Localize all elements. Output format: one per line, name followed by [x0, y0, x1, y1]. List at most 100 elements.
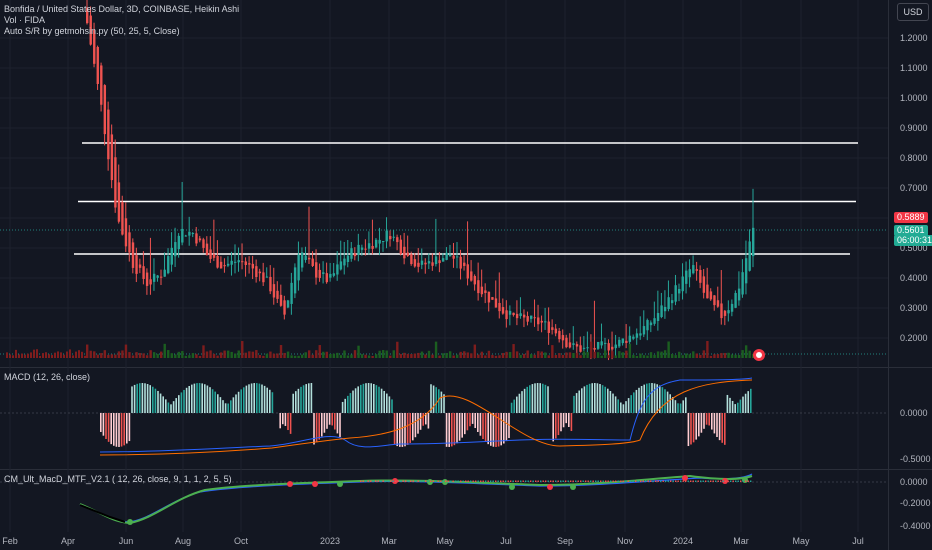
candle-body	[360, 247, 364, 250]
macd-histogram-bar	[474, 413, 476, 429]
macd-histogram-bar	[139, 383, 141, 413]
candle-body	[628, 335, 632, 342]
candle-body	[300, 252, 304, 268]
macd-histogram-bar	[703, 413, 705, 429]
macd-histogram-bar	[607, 388, 609, 413]
macd-histogram-bar	[479, 413, 482, 436]
macd-histogram-bar	[219, 397, 222, 413]
cm-histogram-bar	[507, 480, 509, 482]
volume-bar	[107, 354, 110, 358]
macd-histogram-bar	[731, 400, 734, 413]
candle-body	[371, 245, 374, 249]
volume-bar	[586, 352, 589, 358]
y-tick-label: 1.1000	[900, 63, 928, 73]
macd-histogram-bar	[555, 413, 557, 439]
volume-bar	[75, 351, 77, 358]
main-legend: Bonfida / United States Dollar, 3D, COIN…	[4, 4, 239, 37]
macd-histogram-bar	[695, 413, 697, 440]
macd-histogram-bar	[159, 393, 162, 413]
cm-histogram-bar	[475, 480, 477, 482]
macd-histogram-bar	[191, 384, 193, 413]
volume-bar	[332, 353, 336, 358]
volume-bar	[367, 355, 371, 358]
candle-body	[205, 243, 209, 256]
candle-body	[600, 341, 603, 346]
volume-bar	[392, 350, 395, 358]
candle-body	[678, 288, 681, 294]
cm-histogram-bar	[417, 480, 419, 482]
volume-bar	[572, 352, 575, 358]
cm-histogram-bar	[685, 480, 687, 482]
candle-body	[293, 267, 297, 294]
cm-histogram-bar	[615, 480, 617, 482]
symbol-line: Bonfida / United States Dollar, 3D, COIN…	[4, 4, 240, 14]
cm-histogram-bar	[365, 480, 367, 482]
candle-body	[434, 256, 438, 265]
cm-histogram-bar	[717, 480, 719, 482]
macd-histogram-bar	[180, 392, 183, 413]
macd-histogram-bar	[357, 386, 359, 413]
candle-body	[117, 182, 121, 222]
macd-histogram-bar	[516, 396, 518, 413]
candle-body	[336, 264, 339, 275]
cm-histogram-bar	[720, 480, 722, 482]
candle-body	[413, 259, 417, 267]
cm-cross-dot	[337, 481, 343, 487]
cm-histogram-bar	[650, 480, 652, 482]
volume-bar	[681, 355, 684, 358]
volume-bar	[452, 355, 455, 358]
candle-body	[473, 276, 477, 285]
x-tick-label: Apr	[61, 536, 75, 546]
volume-bar	[297, 355, 300, 358]
candle-body	[198, 238, 202, 241]
macd-histogram-bar	[141, 383, 144, 413]
volume-bar	[748, 350, 751, 358]
cm-histogram-bar	[725, 480, 727, 482]
macd-histogram-bar	[484, 413, 487, 442]
cm-histogram-bar	[487, 480, 489, 482]
candle-body	[508, 310, 512, 315]
volume-bar	[81, 351, 83, 358]
macd-histogram-bar	[594, 383, 596, 413]
candle-body	[191, 233, 195, 235]
macd-histogram-bar	[453, 413, 456, 446]
macd-histogram-bar	[633, 392, 635, 413]
macd-histogram-bar	[295, 391, 297, 413]
candle-body	[177, 235, 181, 250]
macd-histogram-bar	[716, 413, 718, 437]
volume-bar	[561, 354, 565, 358]
volume-bar	[604, 350, 607, 358]
volume-bar	[480, 351, 484, 358]
volume-bar	[350, 354, 353, 358]
macd-histogram-bar	[185, 387, 188, 413]
volume-bar	[632, 354, 635, 358]
high-price-tag: 0.5889	[894, 212, 928, 223]
candle-body	[145, 272, 149, 286]
candle-body	[406, 252, 410, 256]
volume-bar	[255, 350, 258, 358]
volume-bar	[269, 351, 272, 358]
macd-histogram-bar	[214, 391, 216, 413]
x-tick-label: Mar	[381, 536, 397, 546]
candle-body	[441, 258, 445, 262]
macd-histogram-bar	[183, 389, 185, 413]
cm-histogram-bar	[390, 480, 392, 482]
volume-bar	[30, 352, 32, 358]
volume-bar	[410, 354, 413, 358]
candle-body	[632, 336, 635, 339]
macd-histogram-bar	[110, 413, 112, 445]
candle-body	[410, 254, 413, 265]
macd-histogram-bar	[729, 397, 731, 413]
volume-bar	[730, 354, 734, 358]
macd-histogram-bar	[310, 383, 313, 413]
volume-bar	[579, 355, 582, 358]
macd-histogram-bar	[230, 400, 232, 413]
candle-body	[230, 260, 233, 265]
candle-body	[741, 272, 744, 295]
macd-histogram-bar	[544, 384, 547, 413]
macd-histogram-bar	[560, 413, 562, 432]
macd-histogram-bar	[365, 383, 367, 413]
cm-histogram-bar	[655, 480, 657, 482]
macd-histogram-bar	[206, 385, 209, 413]
currency-button[interactable]: USD	[897, 3, 929, 21]
